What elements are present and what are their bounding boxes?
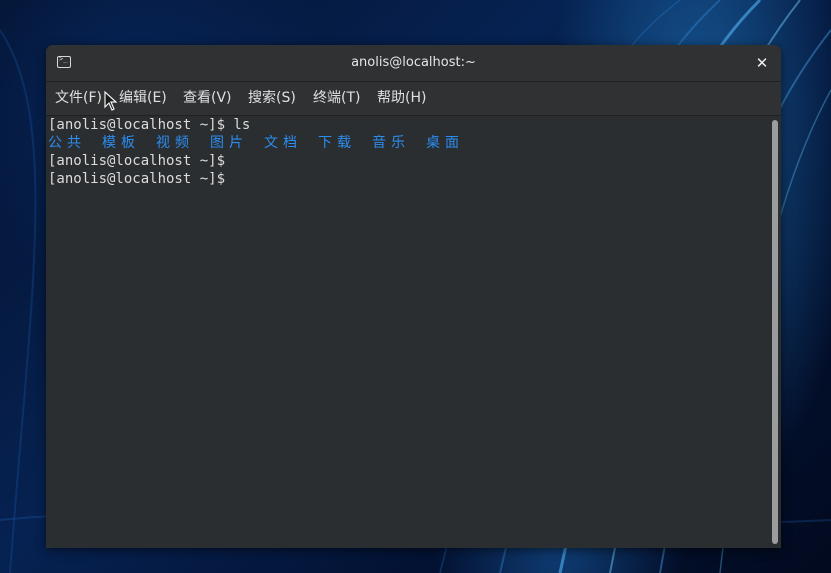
terminal-window[interactable]: >_ anolis@localhost:~ ✕ 文件(F) 编辑(E) 查看(V… [46,45,781,548]
scrollbar-thumb[interactable] [772,120,778,544]
directory-entry: 模板 [102,135,140,151]
menu-edit[interactable]: 编辑(E) [119,82,167,115]
menu-file[interactable]: 文件(F) [55,82,102,115]
terminal-line: [anolis@localhost ~]$ [48,153,226,169]
window-title: anolis@localhost:~ [351,55,476,70]
directory-entry: 下载 [318,135,356,151]
terminal-line: [anolis@localhost ~]$ [48,171,226,187]
terminal-line: [anolis@localhost ~]$ ls [48,117,251,133]
directory-entry: 视频 [156,135,194,151]
directory-entry: 公共 [48,135,86,151]
directory-entry: 音乐 [372,135,410,151]
close-button[interactable]: ✕ [751,52,773,74]
menu-help[interactable]: 帮助(H) [377,82,426,115]
ls-output-line: 公共 模板 视频 图片 文档 下载 音乐 桌面 [48,134,648,152]
menu-bar: 文件(F) 编辑(E) 查看(V) 搜索(S) 终端(T) 帮助(H) [46,82,781,116]
menu-search[interactable]: 搜索(S) [248,82,296,115]
terminal-output-area[interactable]: [anolis@localhost ~]$ ls 公共 模板 视频 图片 文档 … [46,116,781,548]
directory-entry: 文档 [264,135,302,151]
vertical-scrollbar[interactable] [770,116,781,548]
menu-view[interactable]: 查看(V) [183,82,232,115]
menu-terminal[interactable]: 终端(T) [313,82,360,115]
directory-entry: 图片 [210,135,248,151]
desktop-background: >_ anolis@localhost:~ ✕ 文件(F) 编辑(E) 查看(V… [0,0,831,573]
directory-entry: 桌面 [426,135,464,151]
mouse-pointer-icon [104,91,118,111]
title-bar[interactable]: >_ anolis@localhost:~ ✕ [46,45,781,82]
